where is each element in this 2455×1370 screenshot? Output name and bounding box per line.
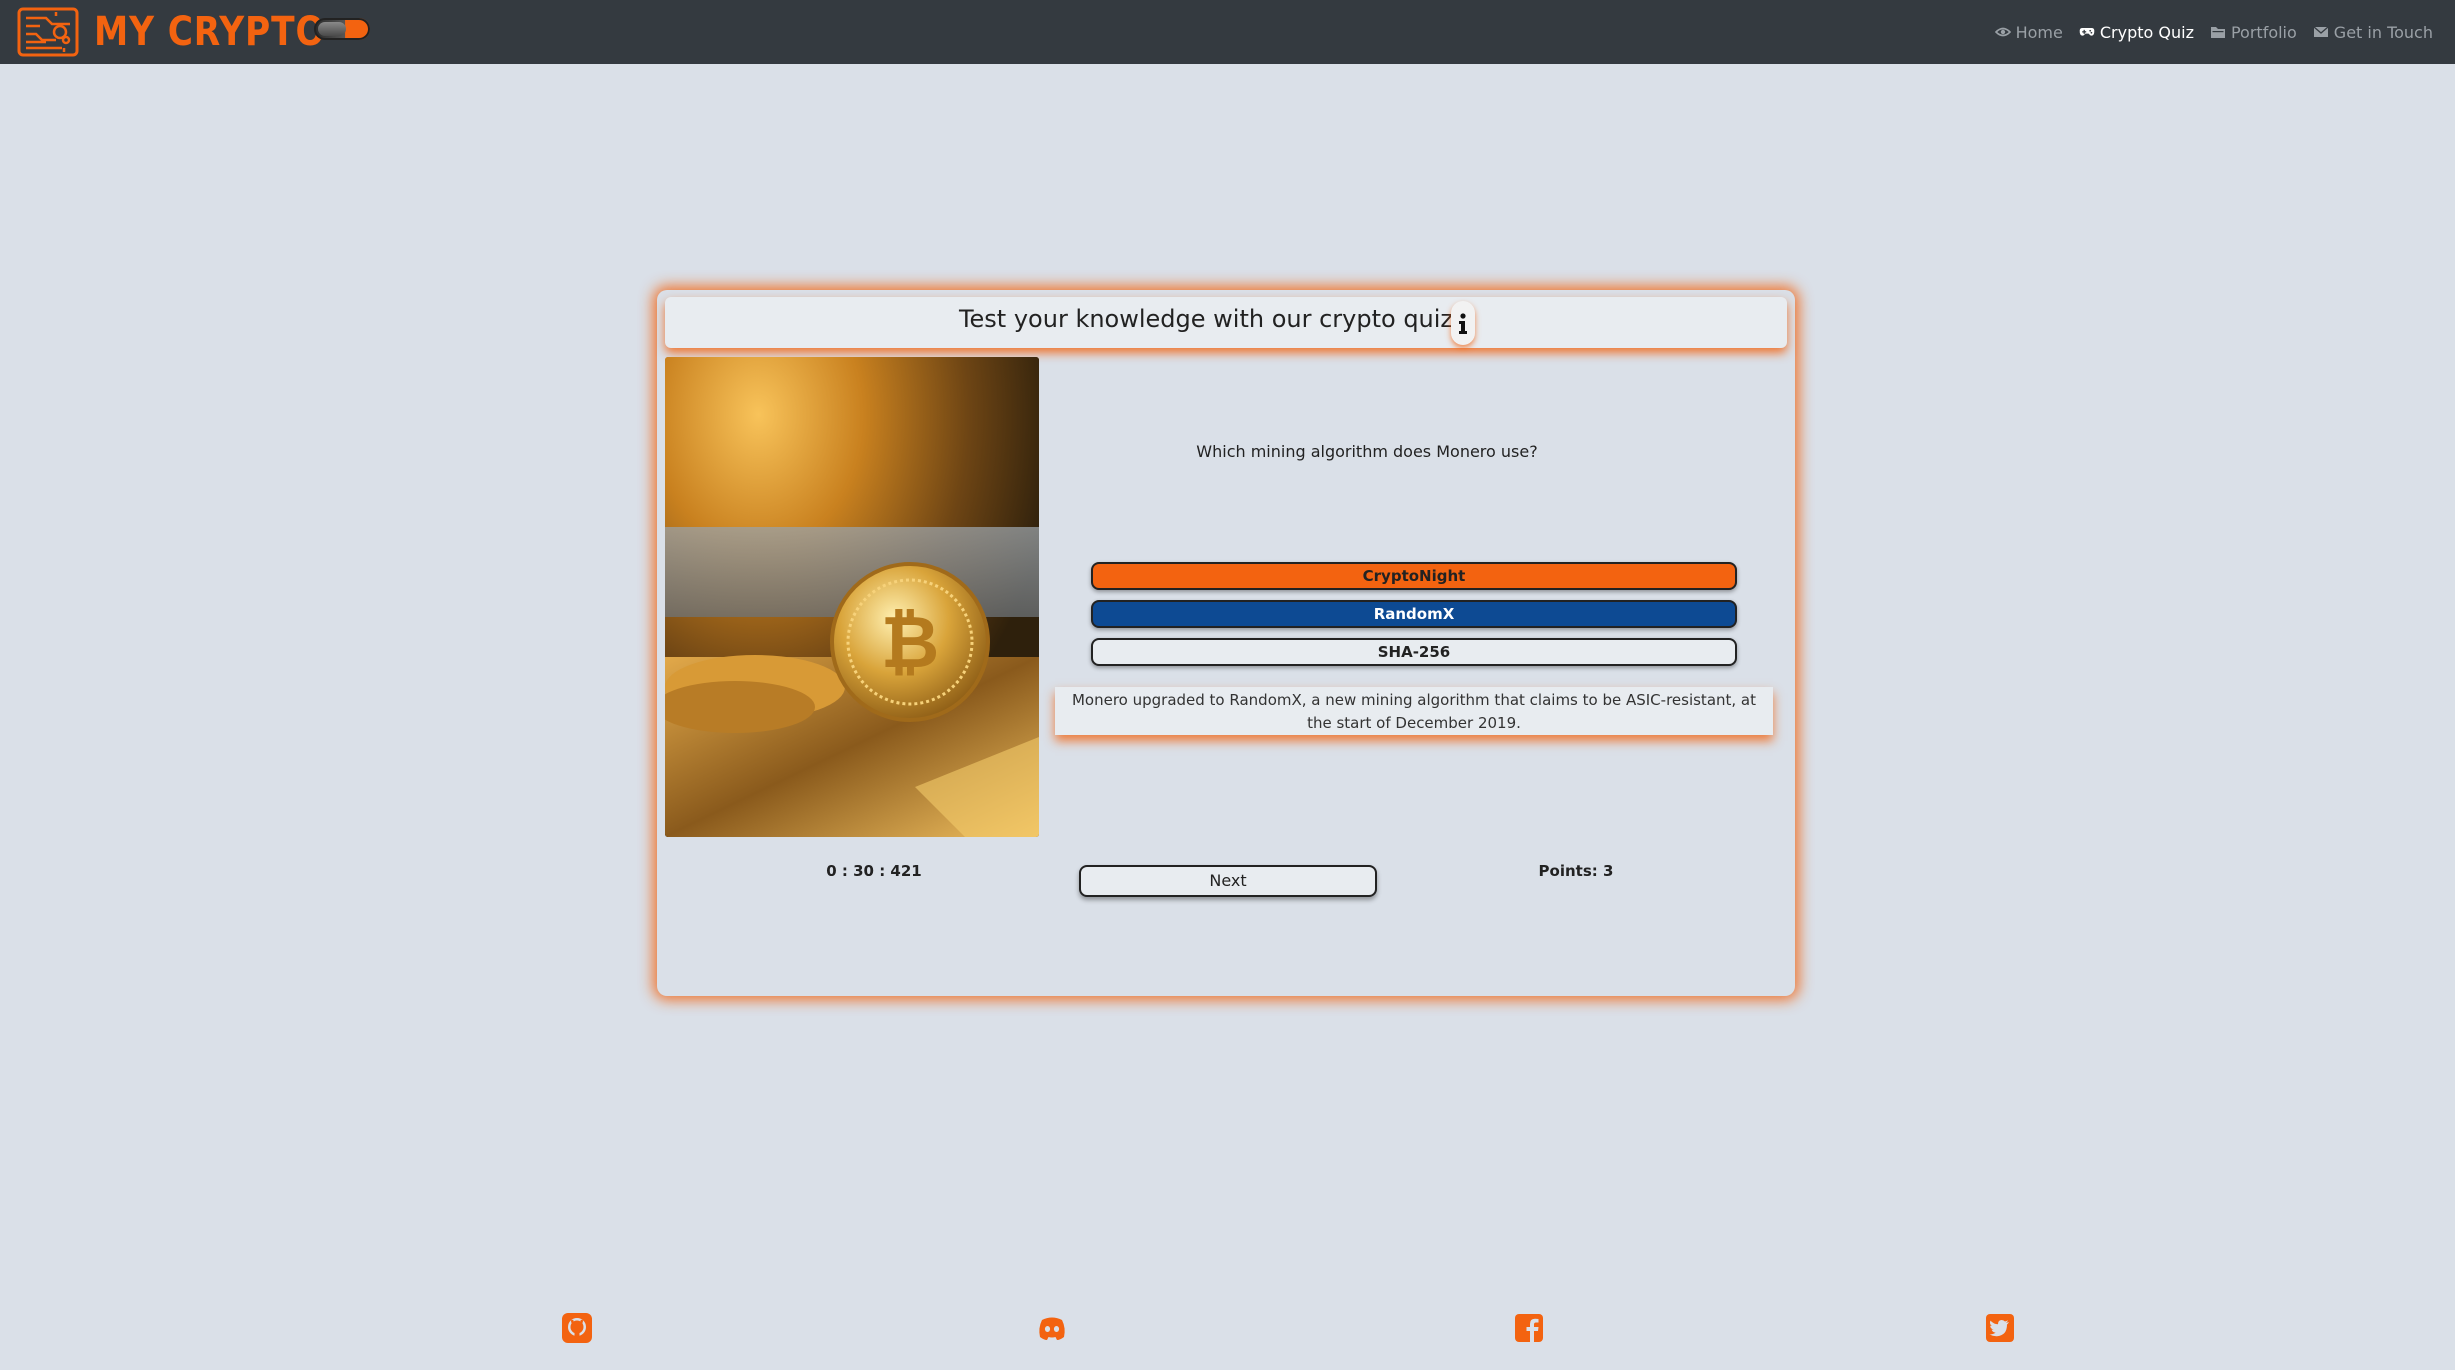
bitcoin-photo-illustration: ₿ — [665, 357, 1039, 837]
theme-toggle-knob — [318, 22, 346, 36]
info-button[interactable] — [1451, 301, 1475, 345]
nav-item-label: Portfolio — [2230, 22, 2297, 42]
svg-text:₿: ₿ — [881, 600, 940, 684]
github-icon — [562, 1313, 592, 1343]
nav-item-home[interactable]: Home — [1994, 22, 2063, 42]
quiz-card: Test your knowledge with our crypto quiz — [657, 290, 1795, 996]
nav-item-label: Home — [2015, 22, 2063, 42]
answer-option-cryptonight[interactable]: CryptoNight — [1091, 562, 1737, 590]
nav-item-portfolio[interactable]: Portfolio — [2210, 23, 2297, 42]
discord-icon — [1039, 1317, 1065, 1340]
theme-toggle[interactable] — [314, 18, 370, 40]
facebook-icon — [1515, 1314, 1543, 1342]
facebook-link[interactable] — [1513, 1312, 1545, 1344]
circuit-logo-icon[interactable] — [16, 6, 80, 58]
nav-item-label: Get in Touch — [2333, 22, 2433, 42]
gamepad-icon — [2079, 28, 2095, 36]
quiz-question: Which mining algorithm does Monero use? — [1196, 442, 1538, 461]
twitter-link[interactable] — [1984, 1312, 2016, 1344]
nav-links: Home Crypto Quiz Portfolio Get in Touch — [1994, 0, 2433, 64]
answer-option-randomx[interactable]: RandomX — [1091, 600, 1737, 628]
quiz-title: Test your knowledge with our crypto quiz — [958, 305, 1454, 333]
twitter-icon — [1986, 1314, 2014, 1342]
nav-item-label: Crypto Quiz — [2099, 22, 2194, 42]
info-icon — [1459, 313, 1467, 334]
bitcoin-coin-image: ₿ — [665, 357, 1039, 837]
nav-item-crypto-quiz[interactable]: Crypto Quiz — [2079, 23, 2194, 42]
envelope-icon — [2313, 26, 2329, 37]
answer-option-sha256[interactable]: SHA-256 — [1091, 638, 1737, 666]
nav-item-get-in-touch[interactable]: Get in Touch — [2313, 23, 2433, 42]
quiz-timer: 0 : 30 : 421 — [826, 862, 922, 880]
brand-name[interactable]: MY CRYPTO — [94, 6, 326, 58]
eye-icon — [1994, 27, 2011, 37]
answer-explanation: Monero upgraded to RandomX, a new mining… — [1055, 687, 1773, 735]
folder-icon — [2210, 27, 2225, 38]
next-button[interactable]: Next — [1079, 865, 1377, 897]
top-navbar: MY CRYPTO Home Crypto Quiz Portfolio Get… — [0, 0, 2455, 64]
points-counter: Points: 3 — [1538, 862, 1614, 880]
quiz-header: Test your knowledge with our crypto quiz — [665, 297, 1787, 348]
discord-link[interactable] — [1036, 1312, 1068, 1344]
github-link[interactable] — [561, 1312, 593, 1344]
